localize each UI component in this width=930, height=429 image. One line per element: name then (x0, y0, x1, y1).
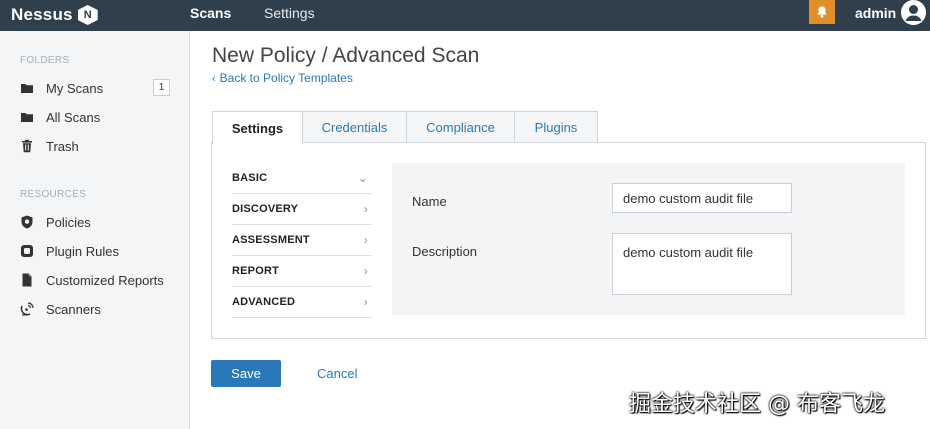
sidebar-item-scanners[interactable]: Scanners (0, 298, 189, 320)
sidebar-item-label: Customized Reports (46, 272, 164, 288)
nav-settings[interactable]: Settings (264, 5, 315, 21)
tab-credentials[interactable]: Credentials (302, 111, 407, 143)
sidebar-item-plugin-rules[interactable]: Plugin Rules (0, 240, 189, 262)
tab-plugins[interactable]: Plugins (514, 111, 598, 143)
subnav-label: DISCOVERY (232, 203, 299, 215)
user-avatar-icon[interactable] (901, 0, 926, 25)
cancel-button[interactable]: Cancel (317, 366, 357, 381)
sidebar-item-label: Plugin Rules (46, 243, 119, 259)
chevron-right-icon: › (363, 295, 368, 309)
page-title: New Policy / Advanced Scan (212, 44, 480, 67)
sidebar-item-all-scans[interactable]: All Scans (0, 106, 189, 128)
sidebar-item-label: Scanners (46, 301, 101, 317)
sidebar-item-customized-reports[interactable]: Customized Reports (0, 269, 189, 291)
subnav-label: BASIC (232, 172, 268, 184)
trash-icon (20, 139, 34, 153)
description-input[interactable]: demo custom audit file (612, 233, 792, 295)
chevron-right-icon: › (363, 233, 368, 247)
sidebar-item-my-scans[interactable]: My Scans 1 (0, 77, 189, 99)
tab-compliance[interactable]: Compliance (406, 111, 515, 143)
sidebar: FOLDERS My Scans 1 All Scans Trash RESOU… (0, 31, 190, 429)
policy-tabs: Settings Credentials Compliance Plugins (212, 111, 598, 144)
sidebar-item-label: My Scans (46, 80, 104, 96)
resources-title: RESOURCES (20, 189, 87, 200)
document-icon (20, 273, 34, 287)
subnav-basic[interactable]: BASIC ⌄ (232, 163, 372, 194)
sidebar-item-label: Policies (46, 214, 91, 230)
name-input[interactable] (612, 183, 792, 213)
shield-icon (20, 215, 34, 229)
sidebar-item-policies[interactable]: Policies (0, 211, 189, 233)
subnav-label: ADVANCED (232, 296, 296, 308)
description-label: Description (412, 244, 478, 259)
subnav-report[interactable]: REPORT › (232, 256, 372, 287)
plugin-icon (20, 244, 34, 258)
username[interactable]: admin (855, 5, 896, 21)
sidebar-item-trash[interactable]: Trash (0, 135, 189, 157)
folder-icon (20, 110, 34, 124)
back-to-templates-link[interactable]: ‹ Back to Policy Templates (212, 71, 353, 85)
sidebar-item-label: Trash (46, 138, 79, 154)
subnav-label: ASSESSMENT (232, 234, 310, 246)
settings-subnav: BASIC ⌄ DISCOVERY › ASSESSMENT › REPORT … (232, 163, 372, 318)
folders-title: FOLDERS (20, 55, 70, 66)
subnav-assessment[interactable]: ASSESSMENT › (232, 225, 372, 256)
satellite-icon (20, 302, 34, 316)
folder-icon (20, 81, 34, 95)
nessus-logo[interactable]: Nessus N (11, 2, 98, 28)
back-link-label: Back to Policy Templates (219, 71, 353, 85)
sidebar-item-label: All Scans (46, 109, 101, 125)
logo-text: Nessus (11, 5, 73, 24)
subnav-discovery[interactable]: DISCOVERY › (232, 194, 372, 225)
chevron-left-icon: ‹ (212, 73, 216, 85)
subnav-label: REPORT (232, 265, 280, 277)
nav-scans[interactable]: Scans (190, 5, 231, 21)
chevron-right-icon: › (363, 202, 368, 216)
watermark: 掘金技术社区 @ 布客飞龙 (629, 392, 885, 417)
chevron-right-icon: › (363, 264, 368, 278)
subnav-advanced[interactable]: ADVANCED › (232, 287, 372, 318)
save-button[interactable]: Save (211, 360, 281, 387)
top-bar: Nessus N Scans Settings admin (0, 0, 930, 31)
bell-icon[interactable] (809, 0, 835, 24)
chevron-down-icon: ⌄ (357, 171, 368, 185)
logo-badge: N (77, 5, 98, 25)
scan-count-badge: 1 (153, 79, 170, 96)
name-label: Name (412, 194, 447, 209)
tab-settings[interactable]: Settings (212, 111, 303, 144)
